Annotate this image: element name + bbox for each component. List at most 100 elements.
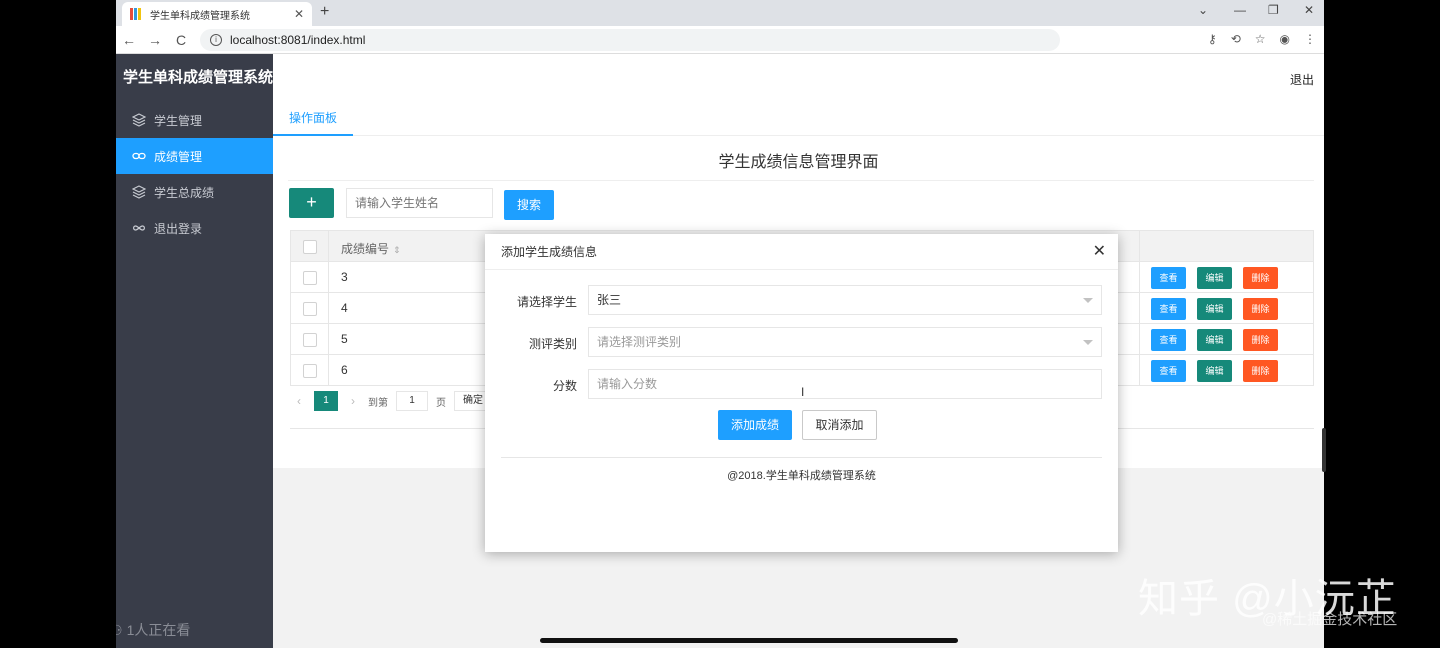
close-icon[interactable]: ✕	[1093, 234, 1106, 270]
next-page-icon[interactable]: ›	[346, 394, 360, 408]
profile-icon[interactable]: ◉	[1280, 32, 1290, 46]
column-divider	[328, 355, 329, 385]
sidebar-item-student-management[interactable]: 学生管理	[116, 102, 273, 138]
reload-icon[interactable]: C	[168, 32, 194, 48]
row-actions: 查看 编辑 删除	[1151, 360, 1278, 382]
forward-arrow-icon[interactable]: →	[142, 32, 168, 48]
row-actions: 查看 编辑 删除	[1151, 329, 1278, 351]
add-score-button[interactable]: 添加成绩	[718, 410, 792, 440]
column-header-label: 成绩编号	[341, 242, 390, 256]
kebab-menu-icon[interactable]: ⋮	[1304, 32, 1316, 46]
score-label: 分数	[552, 379, 577, 393]
column-divider	[1139, 324, 1140, 354]
edit-button[interactable]: 编辑	[1197, 360, 1232, 382]
tab-search-chevron-icon[interactable]: ⌄	[1198, 3, 1208, 17]
view-button[interactable]: 查看	[1151, 298, 1186, 320]
page-number-current[interactable]: 1	[314, 391, 338, 411]
page-unit-label: 页	[436, 397, 446, 409]
delete-button[interactable]: 删除	[1243, 267, 1278, 289]
form-row-student: 请选择学生 张三	[485, 285, 1118, 315]
copyright-text: @2018.学生单科成绩管理系统	[727, 470, 876, 482]
dialog-title: 添加学生成绩信息	[501, 245, 598, 259]
chevron-down-icon	[1083, 340, 1093, 345]
tab-close-icon[interactable]: ✕	[294, 7, 304, 21]
column-divider	[1139, 293, 1140, 323]
row-actions: 查看 编辑 删除	[1151, 267, 1278, 289]
new-tab-button[interactable]: +	[320, 3, 329, 21]
sidebar-item-label: 学生管理	[154, 113, 203, 128]
view-button[interactable]: 查看	[1151, 360, 1186, 382]
star-icon[interactable]: ☆	[1255, 32, 1266, 46]
search-button[interactable]: 搜索	[504, 190, 554, 220]
site-info-icon[interactable]: i	[210, 33, 222, 46]
cell-score-id: 6	[341, 363, 348, 377]
key-icon[interactable]: ⚷	[1208, 32, 1217, 46]
add-button[interactable]: +	[289, 188, 334, 218]
infinity-icon	[132, 221, 146, 235]
pagination: ‹ 1 › 到第 1 页 确定	[292, 391, 492, 411]
student-select[interactable]: 张三	[588, 285, 1102, 315]
dialog-header: 添加学生成绩信息 ✕	[485, 234, 1118, 270]
row-checkbox[interactable]	[303, 333, 317, 347]
cancel-button[interactable]: 取消添加	[802, 410, 877, 440]
tab-operation-panel[interactable]: 操作面板	[273, 102, 354, 136]
sidebar-item-score-management[interactable]: 成绩管理	[116, 138, 273, 174]
browser-window: 学生单科成绩管理系统 ✕ + ⌄ — ❐ ✕ ← → C i localhost…	[116, 0, 1324, 648]
viewers-icon: ⚇	[116, 621, 123, 638]
column-divider	[328, 293, 329, 323]
form-row-score: 分数 请输入分数 I	[485, 369, 1118, 399]
column-divider	[328, 262, 329, 292]
cell-score-id: 5	[341, 332, 348, 346]
page-jump-input[interactable]: 1	[396, 391, 428, 411]
divider	[501, 457, 1102, 458]
browser-tab[interactable]: 学生单科成绩管理系统 ✕	[122, 2, 312, 26]
edit-button[interactable]: 编辑	[1197, 267, 1232, 289]
column-divider	[1139, 262, 1140, 292]
edit-button[interactable]: 编辑	[1197, 329, 1232, 351]
chevron-down-icon	[1083, 298, 1093, 303]
sidebar-item-logout[interactable]: 退出登录	[116, 210, 273, 246]
column-header-score-id[interactable]: 成绩编号 ⇕	[341, 240, 401, 257]
url-text: localhost:8081/index.html	[230, 32, 366, 47]
prev-page-icon[interactable]: ‹	[292, 394, 306, 408]
logout-link[interactable]: 退出	[1290, 71, 1314, 88]
delete-button[interactable]: 删除	[1243, 329, 1278, 351]
score-input[interactable]: 请输入分数 I	[588, 369, 1102, 399]
window-close-icon[interactable]: ✕	[1304, 3, 1314, 17]
category-select-placeholder: 请选择测评类别	[597, 335, 682, 349]
search-input[interactable]	[346, 188, 493, 218]
address-bar[interactable]: i localhost:8081/index.html	[200, 28, 1060, 51]
back-arrow-icon[interactable]: ←	[116, 32, 142, 48]
column-divider	[328, 324, 329, 354]
app-logo: 学生单科成绩管理系统	[123, 69, 274, 86]
sidebar-item-label: 学生总成绩	[154, 185, 215, 200]
row-checkbox[interactable]	[303, 271, 317, 285]
select-all-checkbox[interactable]	[303, 240, 317, 254]
delete-button[interactable]: 删除	[1243, 360, 1278, 382]
sidebar-item-total-score[interactable]: 学生总成绩	[116, 174, 273, 210]
home-indicator[interactable]	[540, 638, 958, 643]
sort-icon[interactable]: ⇕	[393, 245, 401, 255]
text-cursor-icon: I	[801, 385, 805, 399]
minimize-icon[interactable]: —	[1234, 3, 1246, 17]
column-divider	[1139, 231, 1140, 261]
tab-title: 学生单科成绩管理系统	[150, 10, 250, 22]
tab-strip: 学生单科成绩管理系统 ✕ + ⌄ — ❐ ✕	[116, 0, 1324, 26]
sidebar-item-label: 退出登录	[154, 221, 203, 236]
delete-button[interactable]: 删除	[1243, 298, 1278, 320]
toolbar-icons: ⚷ ⟲ ☆ ◉ ⋮	[1208, 32, 1316, 46]
translate-icon[interactable]: ⟲	[1231, 32, 1241, 46]
form-row-category: 测评类别 请选择测评类别	[485, 327, 1118, 357]
browser-toolbar: ← → C i localhost:8081/index.html ⚷ ⟲ ☆ …	[116, 26, 1324, 54]
view-button[interactable]: 查看	[1151, 267, 1186, 289]
page-title: 学生成绩信息管理界面	[718, 154, 879, 171]
edit-button[interactable]: 编辑	[1197, 298, 1232, 320]
row-checkbox[interactable]	[303, 364, 317, 378]
category-select[interactable]: 请选择测评类别	[588, 327, 1102, 357]
column-divider	[1139, 355, 1140, 385]
row-checkbox[interactable]	[303, 302, 317, 316]
category-label: 测评类别	[528, 337, 577, 351]
restore-icon[interactable]: ❐	[1268, 3, 1279, 17]
view-button[interactable]: 查看	[1151, 329, 1186, 351]
scrollbar[interactable]	[1322, 428, 1326, 472]
